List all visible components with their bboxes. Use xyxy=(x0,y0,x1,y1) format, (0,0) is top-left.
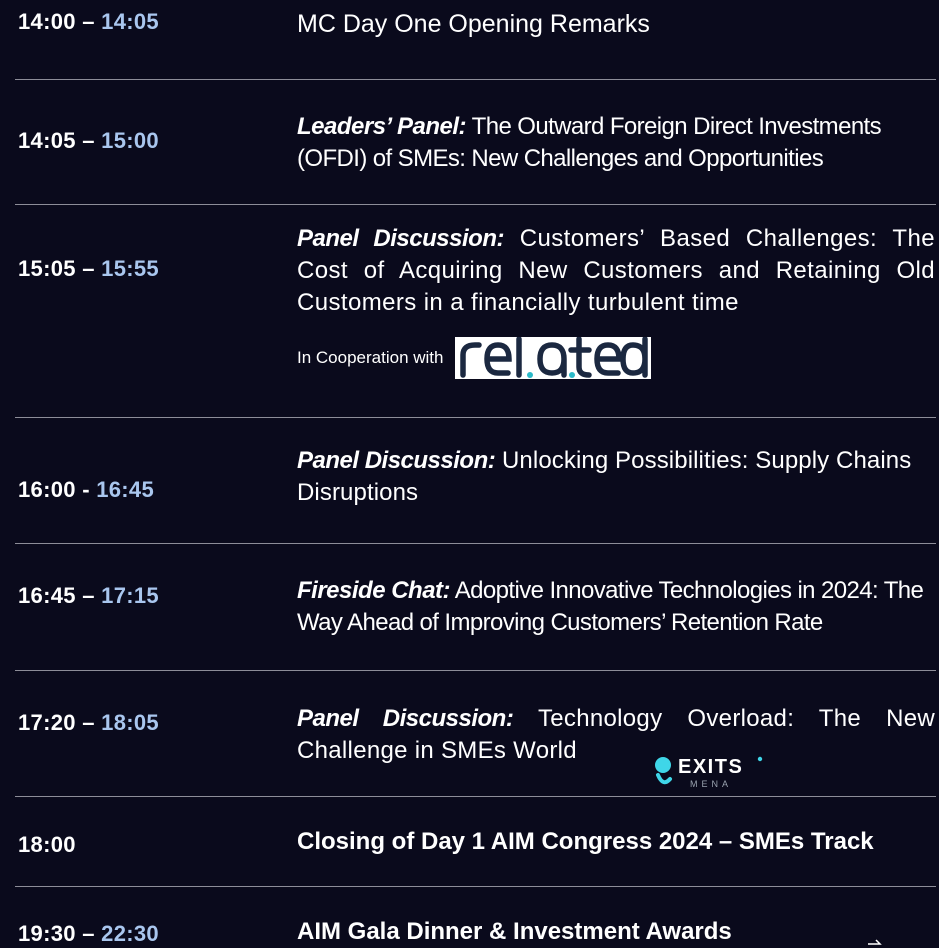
time-end: 16:45 xyxy=(96,477,155,502)
divider xyxy=(15,796,936,797)
cooperation-row: In Cooperation with xyxy=(297,337,652,379)
session-time-3: 15:05 – 15:55 xyxy=(18,256,159,282)
time-start: 15:05 xyxy=(18,256,76,281)
divider xyxy=(15,886,936,887)
divider xyxy=(15,543,936,544)
time-end: 14:05 xyxy=(101,9,159,34)
time-start: 14:05 xyxy=(18,128,76,153)
time-start: 18:00 xyxy=(18,832,76,857)
session-time-7: 18:00 xyxy=(18,832,76,858)
time-start: 19:30 xyxy=(18,921,76,946)
session-title-1: MC Day One Opening Remarks xyxy=(297,8,935,40)
time-start: 16:00 xyxy=(18,477,76,502)
time-separator: – xyxy=(75,128,102,153)
time-separator: – xyxy=(75,9,102,34)
time-separator: - xyxy=(75,477,97,502)
session-title-8: AIM Gala Dinner & Investment Awards xyxy=(297,916,935,948)
session-type-label: Panel Discussion: xyxy=(297,447,496,474)
time-separator: – xyxy=(75,583,102,608)
session-title-3: Panel Discussion: Customers’ Based Chall… xyxy=(297,223,935,319)
chevron-right-icon xyxy=(868,939,882,945)
divider xyxy=(15,79,936,80)
session-title-6: Panel Discussion: Technology Overload: T… xyxy=(297,703,935,767)
session-type-label: Panel Discussion: xyxy=(297,225,504,252)
exits-logo-word: EXITS xyxy=(678,756,743,778)
session-title-7: Closing of Day 1 AIM Congress 2024 – SME… xyxy=(297,826,935,858)
session-title-2: Leaders’ Panel: The Outward Foreign Dire… xyxy=(297,111,935,175)
session-time-8: 19:30 – 22:30 xyxy=(18,921,159,947)
time-end: 15:00 xyxy=(101,128,159,153)
exits-logo-sub: MENA xyxy=(690,779,732,789)
time-separator: – xyxy=(75,710,102,735)
session-title-5: Fireside Chat: Adoptive Innovative Techn… xyxy=(297,575,935,639)
time-end: 18:05 xyxy=(101,710,159,735)
related-logo xyxy=(455,337,652,379)
session-type-label: Fireside Chat: xyxy=(297,577,451,604)
time-end: 15:55 xyxy=(101,256,159,281)
session-time-1: 14:00 – 14:05 xyxy=(18,9,159,35)
time-start: 17:20 xyxy=(18,710,76,735)
session-type-label: Leaders’ Panel: xyxy=(297,113,467,140)
time-separator: – xyxy=(75,256,102,281)
session-time-2: 14:05 – 15:00 xyxy=(18,128,159,154)
exits-mena-logo: EXITS MENA xyxy=(655,756,763,789)
session-title-4: Panel Discussion: Unlocking Possibilitie… xyxy=(297,445,935,509)
time-start: 14:00 xyxy=(18,9,76,34)
cooperation-text: In Cooperation with xyxy=(297,348,444,367)
divider xyxy=(15,417,936,418)
time-start: 16:45 xyxy=(18,583,76,608)
divider xyxy=(15,204,936,205)
session-type-label: Panel Discussion: xyxy=(297,705,514,732)
divider xyxy=(15,670,936,671)
session-time-6: 17:20 – 18:05 xyxy=(18,710,159,736)
session-title-text: Closing of Day 1 AIM Congress 2024 – SME… xyxy=(297,828,874,855)
session-time-4: 16:00 - 16:45 xyxy=(18,477,154,503)
session-title-text: MC Day One Opening Remarks xyxy=(297,10,650,38)
session-time-5: 16:45 – 17:15 xyxy=(18,583,159,609)
time-end: 22:30 xyxy=(101,921,159,946)
session-title-text: AIM Gala Dinner & Investment Awards xyxy=(297,918,732,945)
time-separator: – xyxy=(75,921,102,946)
time-end: 17:15 xyxy=(101,583,159,608)
